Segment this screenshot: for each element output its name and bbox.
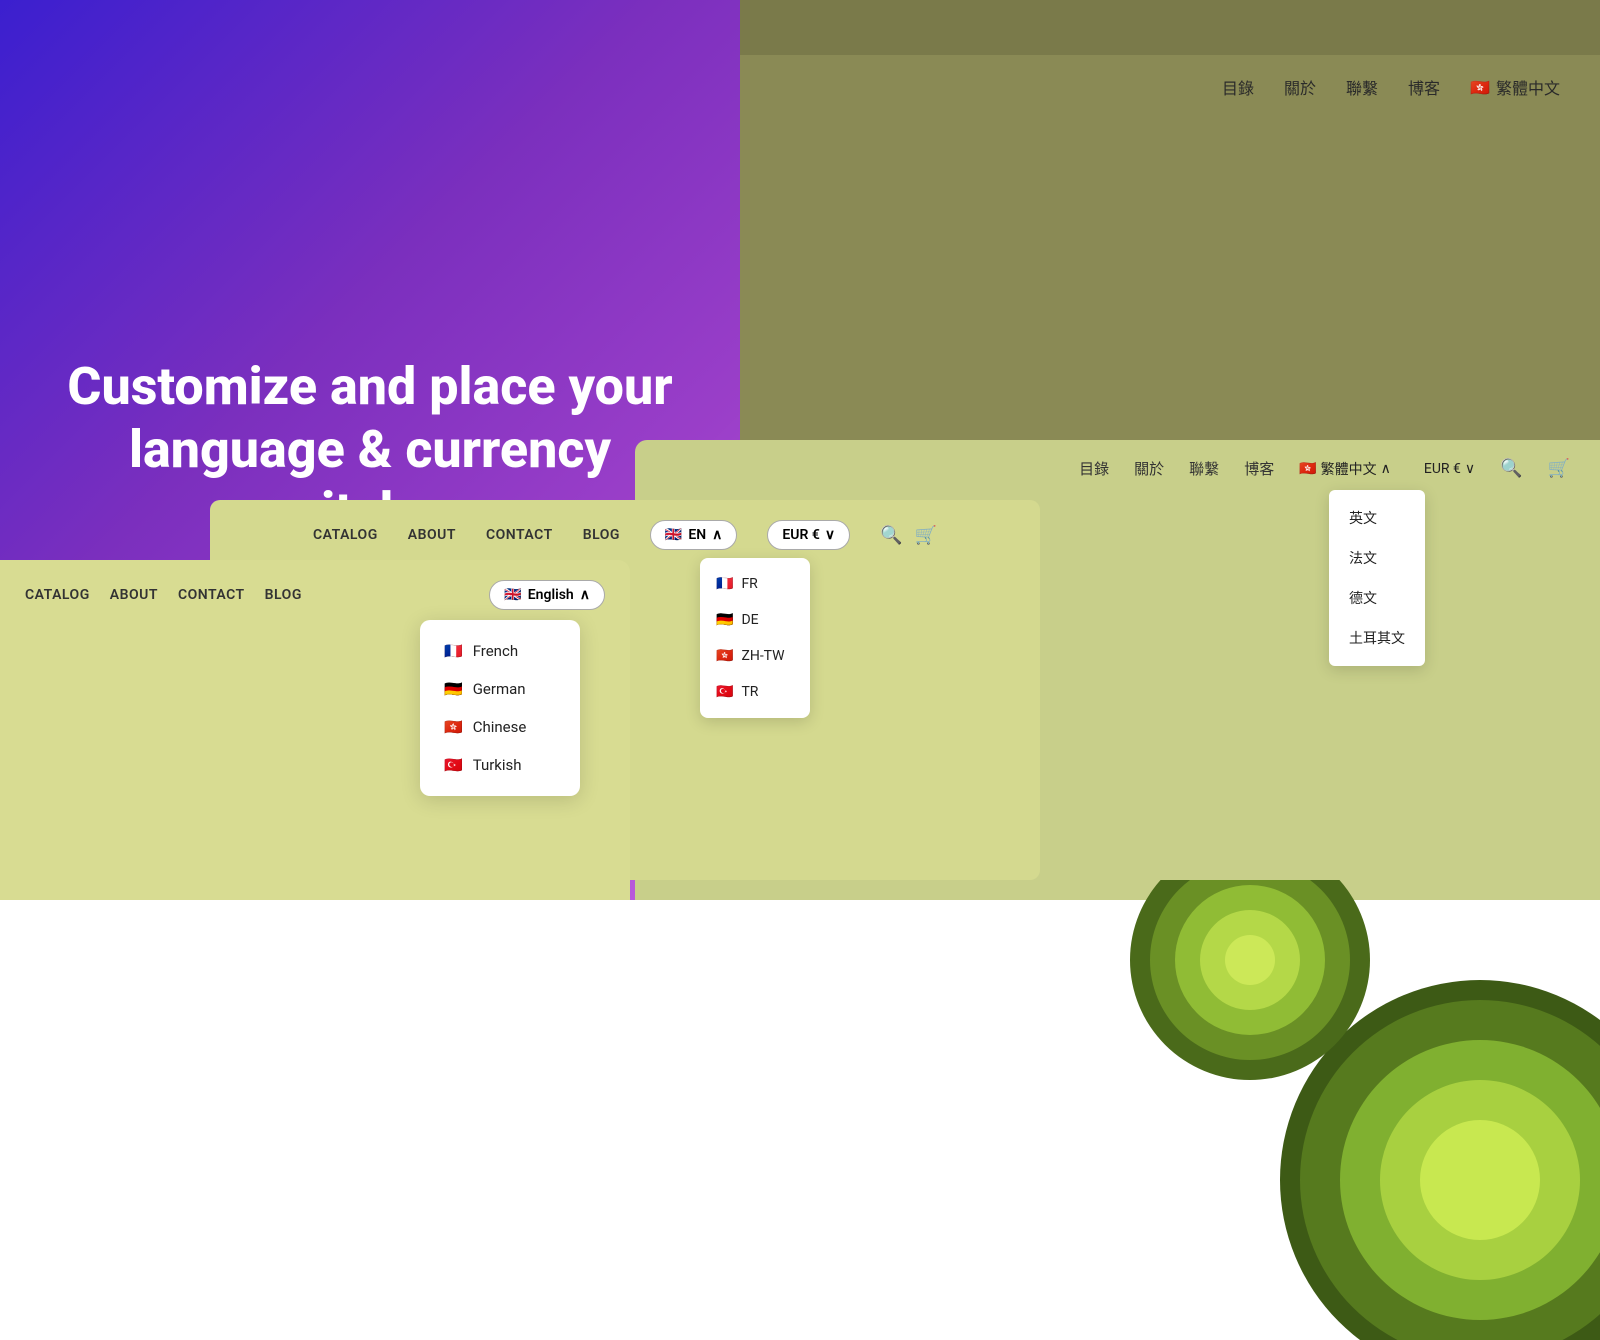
en-currency-selector[interactable]: EUR € ∨: [767, 520, 850, 550]
zh-dropdown-item-english[interactable]: 英文: [1329, 498, 1425, 538]
eng-chevron-up-icon: ∧: [580, 587, 590, 603]
br-currency-chevron-icon: ∨: [1465, 461, 1475, 477]
en-dropdown-fr[interactable]: 🇫🇷 FR: [700, 566, 810, 602]
en-dropdown-zh[interactable]: 🇭🇰 ZH-TW: [700, 638, 810, 674]
bottom-panel-wrapper: 目錄 關於 聯繫 博客 🇭🇰 繁體中文 ∧ EUR € ∨ 🔍 🛒 英文 法文 …: [0, 440, 1600, 900]
hk-flag-icon: 🇭🇰: [1470, 78, 1490, 97]
eng-nav-contact[interactable]: CONTACT: [178, 587, 245, 603]
uk-flag-small-icon: 🇬🇧: [665, 527, 682, 543]
en-currency-chevron-icon: ∨: [825, 527, 835, 543]
br-hk-flag-icon: 🇭🇰: [1299, 461, 1316, 477]
br-nav-contact[interactable]: 聯繫: [1189, 458, 1219, 479]
eng-dd-de-flag-icon: 🇩🇪: [444, 680, 463, 698]
en-nav-catalog[interactable]: CATALOG: [313, 527, 378, 543]
eng-nav-catalog[interactable]: CATALOG: [25, 587, 90, 603]
eng-dd-turkish[interactable]: 🇹🇷 Turkish: [432, 746, 568, 784]
eng-dd-german[interactable]: 🇩🇪 German: [432, 670, 568, 708]
en-nav-about[interactable]: ABOUT: [408, 527, 456, 543]
eng-uk-flag-icon: 🇬🇧: [504, 587, 521, 603]
br-lang-button[interactable]: 🇭🇰 繁體中文 ∧: [1299, 459, 1391, 479]
br-lang-chevron-up-icon: ∧: [1381, 461, 1391, 477]
zh-dropdown-item-french[interactable]: 法文: [1329, 538, 1425, 578]
en-cart-button[interactable]: 🛒: [915, 525, 937, 546]
eng-nav-about[interactable]: ABOUT: [110, 587, 158, 603]
lime-decoration-bottom-right: [1100, 880, 1600, 1340]
en-language-dropdown: 🇫🇷 FR 🇩🇪 DE 🇭🇰 ZH-TW 🇹🇷 TR: [700, 558, 810, 718]
en-dd-de-flag-icon: 🇩🇪: [716, 612, 733, 628]
en-nav-icons: 🔍 🛒: [880, 525, 937, 546]
eng-dd-fr-flag-icon: 🇫🇷: [444, 642, 463, 660]
en-nav-contact[interactable]: CONTACT: [486, 527, 553, 543]
eng-dd-french[interactable]: 🇫🇷 French: [432, 632, 568, 670]
nav-item-catalog-zh[interactable]: 目錄: [1222, 75, 1254, 99]
br-cart-button[interactable]: 🛒: [1548, 458, 1570, 479]
eng-dd-tr-flag-icon: 🇹🇷: [444, 756, 463, 774]
br-nav-blog[interactable]: 博客: [1244, 458, 1274, 479]
nav-item-contact-zh[interactable]: 聯繫: [1346, 75, 1378, 99]
en-dd-tr-flag-icon: 🇹🇷: [716, 684, 733, 700]
en-lang-selector[interactable]: 🇬🇧 EN ∧: [650, 520, 738, 550]
zh-dropdown-item-german[interactable]: 德文: [1329, 578, 1425, 618]
english-language-dropdown: 🇫🇷 French 🇩🇪 German 🇭🇰 Chinese 🇹🇷 Turkis…: [420, 620, 580, 796]
eng-dd-chinese[interactable]: 🇭🇰 Chinese: [432, 708, 568, 746]
en-nav-blog[interactable]: BLOG: [583, 527, 620, 543]
bottom-left-panel: CATALOG ABOUT CONTACT BLOG 🇬🇧 English ∧ …: [0, 560, 630, 900]
english-lang-selector[interactable]: 🇬🇧 English ∧: [489, 580, 605, 610]
en-dropdown-de[interactable]: 🇩🇪 DE: [700, 602, 810, 638]
eng-nav-blog[interactable]: BLOG: [265, 587, 302, 603]
lang-badge-zh[interactable]: 🇭🇰 繁體中文: [1470, 75, 1560, 99]
en-dropdown-tr[interactable]: 🇹🇷 TR: [700, 674, 810, 710]
bottom-right-nav: 目錄 關於 聯繫 博客 🇭🇰 繁體中文 ∧ EUR € ∨ 🔍 🛒: [635, 440, 1600, 497]
top-nav-zh: 目錄 關於 聯繫 博客 🇭🇰 繁體中文: [740, 55, 1600, 119]
eng-dd-hk-flag-icon: 🇭🇰: [444, 718, 463, 736]
en-dd-fr-flag-icon: 🇫🇷: [716, 576, 733, 592]
br-currency-button[interactable]: EUR € ∨: [1424, 461, 1475, 477]
nav-item-about-zh[interactable]: 關於: [1284, 75, 1316, 99]
zh-language-dropdown: 英文 法文 德文 土耳其文: [1329, 490, 1425, 666]
nav-item-blog-zh[interactable]: 博客: [1408, 75, 1440, 99]
zh-dropdown-item-turkish[interactable]: 土耳其文: [1329, 618, 1425, 658]
br-nav-about[interactable]: 關於: [1134, 458, 1164, 479]
en-dd-hk-flag-icon: 🇭🇰: [716, 648, 733, 664]
br-nav-catalog[interactable]: 目錄: [1079, 458, 1109, 479]
br-search-button[interactable]: 🔍: [1500, 458, 1522, 479]
en-search-button[interactable]: 🔍: [880, 525, 902, 546]
top-right-panel: 目錄 關於 聯繫 博客 🇭🇰 繁體中文 选择语言 × 🇬🇧 英文 🇫🇷 法文 🇩…: [740, 55, 1600, 450]
en-chevron-up-icon: ∧: [712, 527, 722, 543]
